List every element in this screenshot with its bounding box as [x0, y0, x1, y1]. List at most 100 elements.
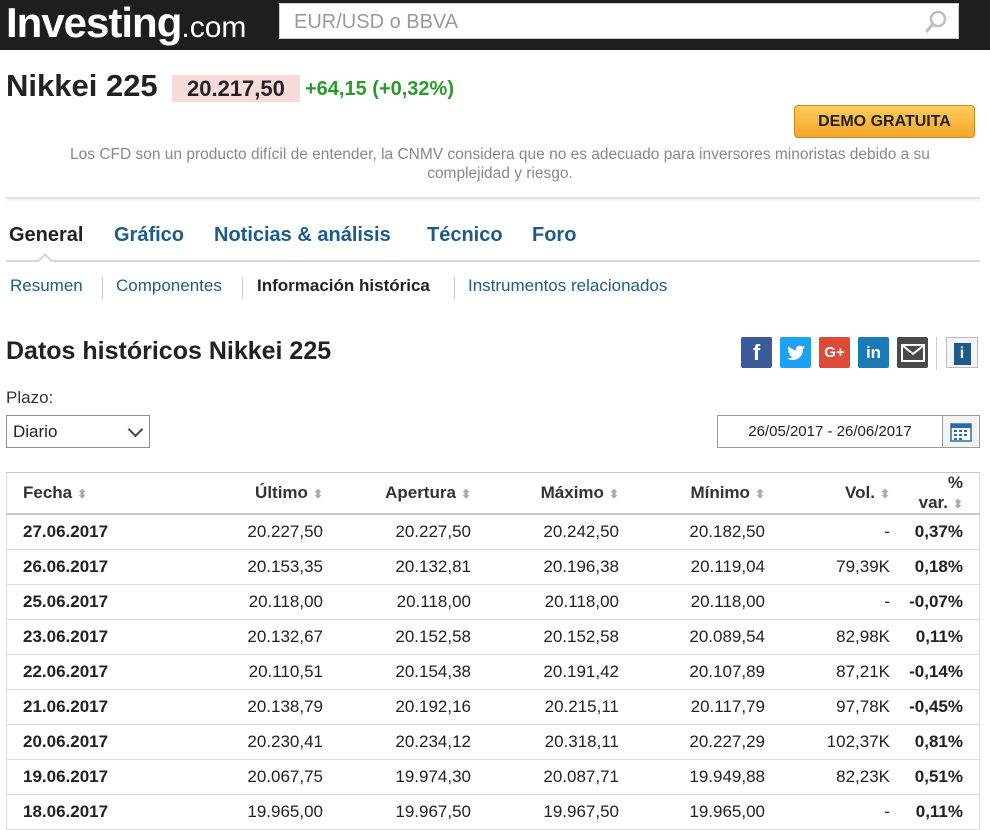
cell-var: -0,07%: [900, 584, 980, 620]
cell-apertura: 20.234,12: [331, 724, 481, 760]
col-fecha[interactable]: Fecha ⬍: [6, 472, 183, 515]
cell-vol: 97,78K: [775, 689, 900, 725]
cell-minimo: 20.117,79: [629, 689, 775, 725]
table-row: 27.06.2017 20.227,50 20.227,50 20.242,50 20.…: [6, 514, 980, 550]
tab-general[interactable]: General: [9, 224, 83, 247]
sort-icon: ⬍: [77, 487, 88, 501]
table-row: 25.06.2017 20.118,00 20.118,00 20.118,00 20.…: [6, 584, 980, 620]
col-ultimo[interactable]: Último ⬍: [183, 472, 331, 515]
logo-main: Investing: [6, 0, 182, 46]
tabs-underline: [6, 260, 980, 262]
cell-apertura: 20.118,00: [331, 584, 481, 620]
cell-minimo: 20.182,50: [629, 514, 775, 550]
cfd-disclaimer: Los CFD son un producto difícil de enten…: [70, 146, 930, 182]
cell-minimo: 20.107,89: [629, 654, 775, 690]
historical-data-table: Fecha ⬍ Último ⬍ Apertura ⬍ Máximo ⬍ Mínimo ⬍…: [6, 472, 980, 830]
logo-suffix: .com: [181, 11, 247, 44]
cell-var: 0,18%: [900, 549, 980, 585]
info-button[interactable]: i: [946, 337, 978, 368]
cell-ultimo: 20.138,79: [183, 689, 331, 725]
cell-vol: 82,98K: [775, 619, 900, 655]
cell-fecha: 26.06.2017: [6, 549, 183, 585]
cell-maximo: 20.196,38: [481, 549, 629, 585]
cell-maximo: 20.318,11: [481, 724, 629, 760]
active-tab-caret: [36, 253, 54, 263]
subnav-componentes[interactable]: Componentes: [116, 276, 222, 296]
subnav-separator: [454, 277, 455, 299]
cell-vol: -: [775, 514, 900, 550]
cell-ultimo: 20.110,51: [183, 654, 331, 690]
table-row: 22.06.2017 20.110,51 20.154,38 20.191,42 20.…: [6, 654, 980, 690]
twitter-share-icon[interactable]: [780, 337, 811, 368]
subnav-resumen[interactable]: Resumen: [10, 276, 83, 296]
cell-vol: -: [775, 584, 900, 620]
col-var[interactable]: % var. ⬍: [900, 472, 980, 515]
cell-fecha: 18.06.2017: [6, 794, 183, 830]
cell-fecha: 21.06.2017: [6, 689, 183, 725]
cell-var: -0,14%: [900, 654, 980, 690]
cell-ultimo: 20.067,75: [183, 759, 331, 795]
top-header: Investing.com: [0, 0, 990, 50]
tab-grafico[interactable]: Gráfico: [114, 224, 184, 247]
cell-vol: 82,23K: [775, 759, 900, 795]
cell-minimo: 20.089,54: [629, 619, 775, 655]
cell-maximo: 20.191,42: [481, 654, 629, 690]
cell-apertura: 20.152,58: [331, 619, 481, 655]
cell-ultimo: 20.153,35: [183, 549, 331, 585]
facebook-share-icon[interactable]: f: [741, 337, 772, 368]
calendar-button[interactable]: [942, 415, 980, 448]
mail-share-icon[interactable]: [897, 337, 928, 368]
calendar-icon: [950, 423, 972, 442]
google-plus-share-icon[interactable]: G+: [819, 337, 850, 368]
cell-minimo: 20.118,00: [629, 584, 775, 620]
tab-noticias[interactable]: Noticias & análisis: [214, 224, 391, 247]
cell-maximo: 20.118,00: [481, 584, 629, 620]
table-row: 26.06.2017 20.153,35 20.132,81 20.196,38 20.…: [6, 549, 980, 585]
search-box: [279, 3, 959, 40]
tab-tecnico[interactable]: Técnico: [427, 224, 503, 247]
cell-ultimo: 20.227,50: [183, 514, 331, 550]
table-row: 19.06.2017 20.067,75 19.974,30 20.087,71 19.…: [6, 759, 980, 795]
cell-var: 0,11%: [900, 794, 980, 830]
date-range-picker[interactable]: 26/05/2017 - 26/06/2017: [717, 415, 943, 448]
table-row: 20.06.2017 20.230,41 20.234,12 20.318,11 20.…: [6, 724, 980, 760]
cell-fecha: 19.06.2017: [6, 759, 183, 795]
tab-foro[interactable]: Foro: [532, 224, 576, 247]
cell-var: -0,45%: [900, 689, 980, 725]
cell-apertura: 20.154,38: [331, 654, 481, 690]
cell-apertura: 19.967,50: [331, 794, 481, 830]
col-minimo[interactable]: Mínimo ⬍: [629, 472, 775, 515]
col-apertura[interactable]: Apertura ⬍: [331, 472, 481, 515]
cell-vol: 79,39K: [775, 549, 900, 585]
col-maximo[interactable]: Máximo ⬍: [481, 472, 629, 515]
cell-ultimo: 19.965,00: [183, 794, 331, 830]
cell-minimo: 20.119,04: [629, 549, 775, 585]
search-input[interactable]: [292, 4, 916, 40]
cell-apertura: 20.227,50: [331, 514, 481, 550]
subnav-informacion-historica[interactable]: Información histórica: [257, 276, 430, 296]
sort-icon: ⬍: [608, 487, 619, 501]
col-vol[interactable]: Vol. ⬍: [775, 472, 900, 515]
cell-ultimo: 20.118,00: [183, 584, 331, 620]
search-icon[interactable]: [924, 10, 948, 34]
subnav-separator: [102, 277, 103, 299]
subnav-instrumentos-relacionados[interactable]: Instrumentos relacionados: [468, 276, 667, 296]
cell-apertura: 20.132,81: [331, 549, 481, 585]
cell-fecha: 25.06.2017: [6, 584, 183, 620]
cell-ultimo: 20.132,67: [183, 619, 331, 655]
cell-maximo: 20.152,58: [481, 619, 629, 655]
demo-button[interactable]: DEMO GRATUITA: [794, 105, 975, 138]
twitter-bird-icon: [786, 345, 805, 361]
plazo-select[interactable]: Diario: [6, 415, 150, 448]
cell-minimo: 19.965,00: [629, 794, 775, 830]
linkedin-share-icon[interactable]: in: [858, 337, 889, 368]
divider: [6, 197, 980, 199]
info-icon: i: [953, 343, 971, 365]
cell-var: 0,51%: [900, 759, 980, 795]
sort-icon: ⬍: [312, 487, 323, 501]
investing-logo[interactable]: Investing.com: [6, 0, 246, 46]
table-row: 23.06.2017 20.132,67 20.152,58 20.152,58 20.…: [6, 619, 980, 655]
cell-vol: 102,37K: [775, 724, 900, 760]
instrument-name: Nikkei 225: [6, 68, 158, 103]
cell-apertura: 19.974,30: [331, 759, 481, 795]
